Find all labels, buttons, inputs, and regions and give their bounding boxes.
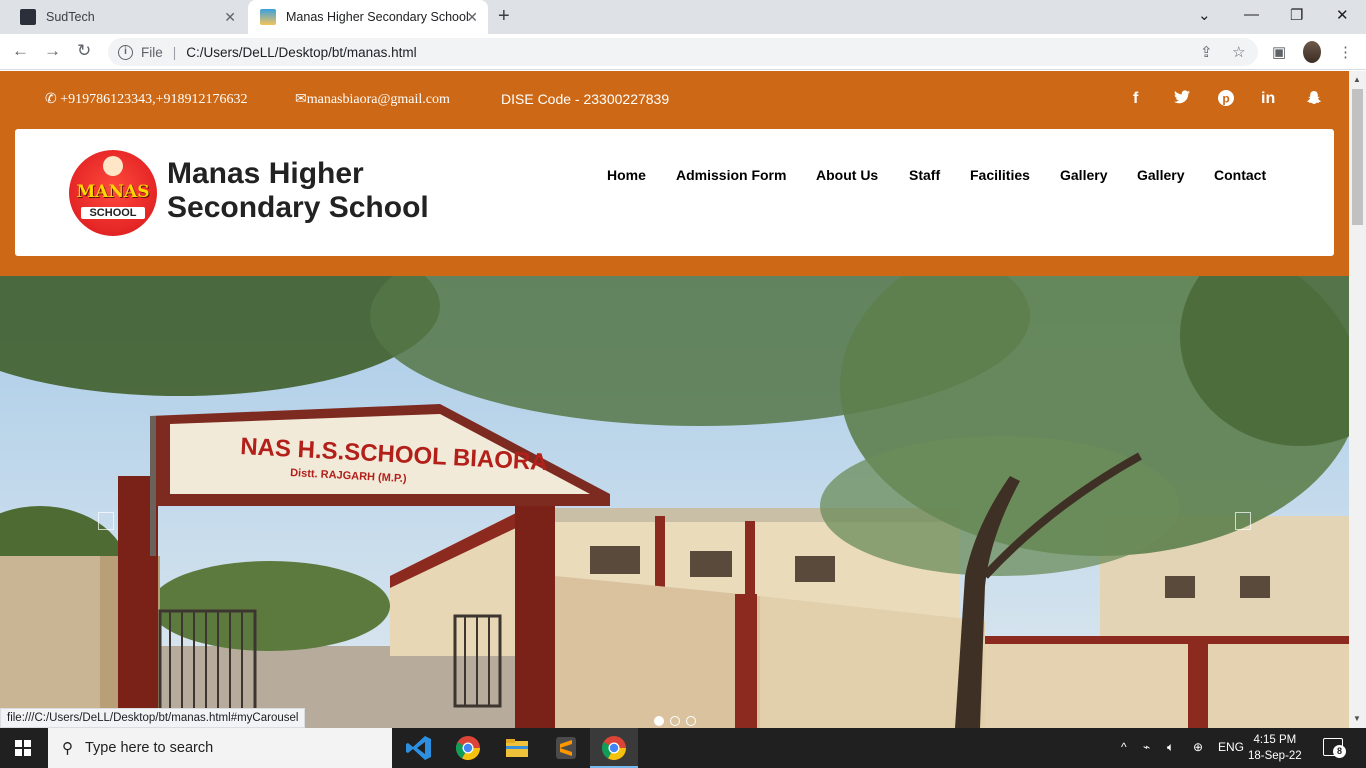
email-contact[interactable]: ✉manasbiaora@gmail.com [295,91,450,108]
twitter-icon[interactable] [1174,90,1190,109]
notification-center-icon[interactable]: 8 [1323,738,1346,758]
hero-carousel[interactable]: NAS H.S.SCHOOL BIAORA Distt. RAJGARH (M.… [0,276,1349,728]
divider: | [172,44,177,60]
pinterest-icon[interactable]: p [1218,90,1234,111]
clock-time: 4:15 PM [1253,734,1297,746]
close-tab-icon[interactable]: ✕ [466,9,478,26]
linkedin-icon[interactable]: in [1261,90,1275,108]
close-window-icon[interactable]: ✕ [1336,6,1349,24]
brand-line-1: Manas Higher [167,157,364,190]
menu-kebab-icon[interactable]: ⋮ [1338,43,1353,61]
side-panel-icon[interactable]: ▣ [1272,43,1286,61]
bookmark-star-icon[interactable]: ☆ [1232,43,1245,61]
search-placeholder: Type here to search [85,740,214,756]
file-explorer-icon[interactable] [503,734,531,762]
nav-contact[interactable]: Contact [1214,167,1266,183]
back-icon[interactable]: ← [12,41,29,61]
tab-search-chevron-icon[interactable]: ⌄ [1198,6,1211,24]
phone-numbers: +919786123343,+918912176632 [60,92,248,107]
show-hidden-icons-chevron-icon[interactable]: ^ [1121,740,1127,754]
header-topbar: ✆ +919786123343,+918912176632 ✉manasbiao… [0,71,1349,276]
carousel-prev-control[interactable] [98,512,114,530]
scroll-thumb[interactable] [1352,89,1363,225]
facebook-icon[interactable]: f [1133,90,1138,108]
volume-icon[interactable]: 🔈︎ [1167,740,1174,755]
nav-admission-form[interactable]: Admission Form [676,167,786,183]
reload-icon[interactable]: ↻ [77,41,91,61]
logo-emblem-icon [103,156,123,176]
svg-text:p: p [1222,92,1229,106]
share-icon[interactable]: ⇪ [1200,43,1213,61]
language-globe-icon[interactable]: ⊕ [1193,740,1203,754]
nav-gallery-2[interactable]: Gallery [1137,167,1184,183]
nav-home[interactable]: Home [607,167,646,183]
page-scrollbar[interactable]: ▲ ▼ [1349,71,1366,728]
carousel-indicator-2[interactable] [670,716,680,726]
carousel-indicator-3[interactable] [686,716,696,726]
nav-gallery[interactable]: Gallery [1060,167,1107,183]
tab-title: Manas Higher Secondary School [286,10,469,24]
dise-code: DISE Code - 23300227839 [501,91,670,107]
address-bar[interactable]: i File | C:/Users/DeLL/Desktop/bt/manas.… [108,38,1258,66]
site-brand[interactable]: Manas Higher Secondary School [167,157,429,225]
browser-toolbar: ← → ↻ i File | C:/Users/DeLL/Desktop/bt/… [0,34,1366,70]
taskbar-search-box[interactable]: ⚲ Type here to search [48,728,392,768]
sudtech-favicon-icon [20,9,36,25]
site-info-icon[interactable]: i [118,44,133,60]
windows-taskbar: ⚲ Type here to search ^ ⌁ 🔈︎ ⊕ ENG 4:15 … [0,728,1366,768]
windows-start-icon[interactable] [15,740,31,756]
envelope-icon: ✉ [295,92,307,107]
navbar-card: MANAS SCHOOL Manas Higher Secondary Scho… [15,129,1334,256]
profile-avatar[interactable] [1303,41,1321,63]
scroll-down-icon[interactable]: ▼ [1353,714,1361,723]
nav-staff[interactable]: Staff [909,167,940,183]
minimize-icon[interactable]: — [1244,6,1259,23]
phone-contact: ✆ +919786123343,+918912176632 [45,91,248,108]
chrome-icon[interactable] [454,734,482,762]
email-address[interactable]: manasbiaora@gmail.com [307,92,450,107]
logo-word-manas: MANAS [76,182,150,202]
tab-title: SudTech [46,10,95,24]
school-logo[interactable]: MANAS SCHOOL [69,150,157,236]
close-tab-icon[interactable]: ✕ [224,9,236,26]
active-chrome-taskbar-button[interactable] [590,728,638,768]
browser-tab-strip: SudTech ✕ Manas Higher Secondary School … [0,0,1366,34]
school-building-photo: NAS H.S.SCHOOL BIAORA Distt. RAJGARH (M.… [0,276,1349,728]
network-icon[interactable]: ⌁ [1143,740,1150,754]
system-clock[interactable]: 4:15 PM 18-Sep-22 [1248,732,1302,764]
scheme-label: File [141,44,163,60]
chrome-icon [601,736,626,761]
forward-icon[interactable]: → [44,41,61,61]
nav-facilities[interactable]: Facilities [970,167,1030,183]
sublime-text-icon[interactable] [552,734,580,762]
tab-manas[interactable]: Manas Higher Secondary School ✕ [248,0,488,34]
input-language[interactable]: ENG [1218,740,1244,754]
link-status-bubble: file:///C:/Users/DeLL/Desktop/bt/manas.h… [0,708,306,728]
snapchat-icon[interactable] [1306,90,1322,111]
phone-icon: ✆ [45,92,57,107]
carousel-indicator-1[interactable] [654,716,664,726]
restore-icon[interactable]: ❐ [1290,6,1303,24]
vscode-icon[interactable] [405,734,433,762]
clock-date: 18-Sep-22 [1248,750,1302,762]
tab-sudtech[interactable]: SudTech ✕ [8,0,246,34]
url-text[interactable]: C:/Users/DeLL/Desktop/bt/manas.html [186,45,416,60]
logo-word-school: SCHOOL [81,207,145,219]
search-icon: ⚲ [62,740,73,757]
new-tab-icon[interactable]: + [498,5,510,28]
notification-count-badge: 8 [1333,745,1346,758]
web-page: ✆ +919786123343,+918912176632 ✉manasbiao… [0,71,1349,728]
nav-about-us[interactable]: About Us [816,167,878,183]
school-favicon-icon [260,9,276,25]
scroll-up-icon[interactable]: ▲ [1353,75,1361,84]
brand-line-2: Secondary School [167,191,429,224]
carousel-next-control[interactable] [1235,512,1251,530]
